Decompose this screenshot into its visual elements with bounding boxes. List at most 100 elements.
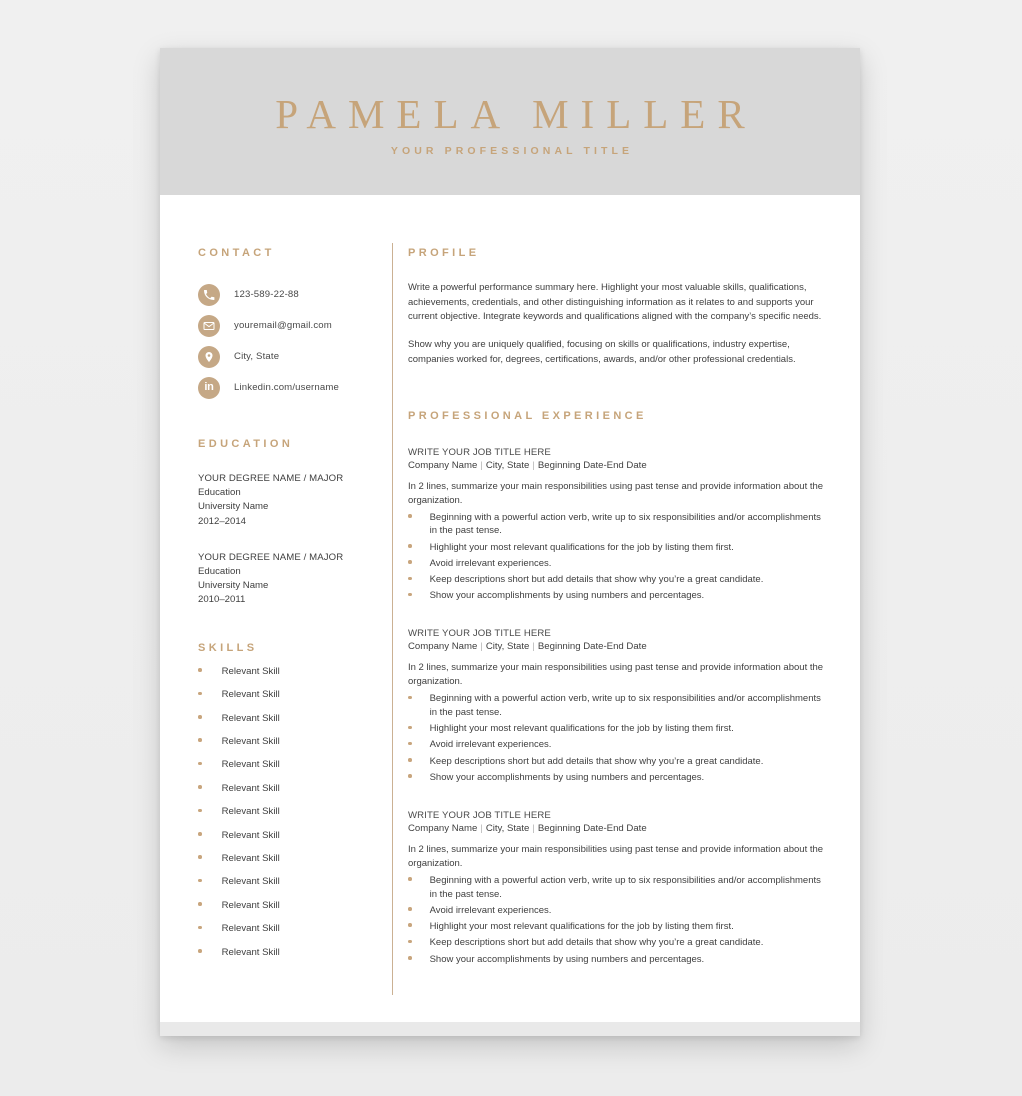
bullet-dot-icon	[198, 785, 202, 789]
contact-phone-value: 123-589-22-88	[234, 289, 299, 300]
skill-label: Relevant Skill	[221, 759, 280, 771]
bullet-text: Avoid irrelevant experiences.	[429, 904, 552, 916]
contact-item-location[interactable]: City, State	[198, 341, 380, 372]
list-item: Beginning with a powerful action verb, w…	[408, 511, 828, 539]
bullet-dot-icon	[408, 544, 412, 548]
job-location: City, State	[485, 822, 530, 834]
job-bullets: Beginning with a powerful action verb, w…	[408, 874, 828, 967]
bullet-dot-icon	[408, 923, 412, 928]
linkedin-icon: in	[198, 376, 220, 399]
bullet-dot-icon	[408, 592, 412, 597]
experience-section: PROFESSIONAL EXPERIENCE WRITE YOUR JOB T…	[408, 410, 828, 967]
profile-paragraph: Write a powerful performance summary her…	[408, 282, 822, 323]
contact-item-email[interactable]: youremail@gmail.com	[198, 310, 380, 341]
job-meta: Company Name | City, State | Beginning Date-…	[408, 641, 828, 652]
list-item: Avoid irrelevant experiences.	[408, 904, 828, 918]
bullet-dot-icon	[408, 576, 412, 581]
bullet-text: Beginning with a powerful action verb, w…	[429, 693, 821, 718]
experience-entry: WRITE YOUR JOB TITLE HERE Company Name | C…	[408, 810, 828, 967]
job-summary: In 2 lines, summarize your main responsi…	[408, 480, 824, 506]
bullet-dot-icon	[408, 774, 412, 779]
bullet-dot-icon	[408, 877, 412, 881]
job-location: City, State	[485, 459, 530, 471]
list-item: Relevant Skill	[198, 713, 380, 724]
job-bullets: Beginning with a powerful action verb, w…	[408, 692, 828, 785]
bullet-dot-icon	[408, 956, 412, 960]
bullet-dot-icon	[198, 668, 202, 672]
linkedin-glyph: in	[204, 381, 214, 393]
list-item: Relevant Skill	[198, 947, 380, 958]
bullet-text: Show your accomplishments by using numbe…	[429, 772, 705, 784]
education-dates: 2010–2011	[198, 594, 246, 606]
list-item: Relevant Skill	[198, 689, 380, 700]
list-item: Relevant Skill	[198, 876, 380, 887]
skill-label: Relevant Skill	[221, 853, 280, 865]
list-item: Keep descriptions short but add details …	[408, 573, 828, 587]
skill-label: Relevant Skill	[221, 946, 280, 958]
resume-footer-band	[160, 1022, 860, 1036]
education-section: EDUCATION YOUR DEGREE NAME / MAJOR Educa…	[198, 438, 380, 608]
bullet-dot-icon	[408, 695, 412, 700]
job-location: City, State	[485, 641, 530, 653]
bullet-dot-icon	[198, 878, 202, 883]
bullet-dot-icon	[198, 948, 202, 953]
contact-section: CONTACT 123-589-22-88 youremail@gmail.co…	[198, 247, 380, 403]
resume-header-band: PAMELA MILLER YOUR PROFESSIONAL TITLE	[160, 48, 860, 195]
bullet-dot-icon	[408, 758, 412, 762]
contact-list: 123-589-22-88 youremail@gmail.com City, …	[198, 279, 380, 403]
skills-section: SKILLS Relevant Skill Relevant Skill Rel…	[198, 642, 380, 958]
education-level: Education	[198, 487, 241, 499]
job-company: Company Name	[408, 641, 478, 653]
contact-email-value: youremail@gmail.com	[234, 320, 332, 331]
list-item: Avoid irrelevant experiences.	[408, 738, 828, 752]
education-degree: YOUR DEGREE NAME / MAJOR	[198, 473, 344, 484]
skill-label: Relevant Skill	[221, 736, 280, 748]
education-dates: 2012–2014	[198, 515, 247, 527]
list-item: Relevant Skill	[198, 923, 380, 934]
list-item: Highlight your most relevant qualificati…	[408, 541, 828, 555]
bullet-dot-icon	[408, 939, 412, 944]
education-heading: EDUCATION	[198, 438, 294, 450]
meta-separator: |	[480, 822, 483, 834]
list-item: Highlight your most relevant qualificati…	[408, 722, 828, 736]
list-item: Beginning with a powerful action verb, w…	[408, 874, 828, 902]
bullet-text: Beginning with a powerful action verb, w…	[429, 511, 821, 537]
education-school: University Name	[198, 580, 269, 592]
bullet-text: Highlight your most relevant qualificati…	[429, 541, 734, 553]
column-divider	[392, 243, 393, 995]
skill-label: Relevant Skill	[221, 689, 280, 701]
job-company: Company Name	[408, 822, 478, 834]
left-column: CONTACT 123-589-22-88 youremail@gmail.co…	[198, 247, 380, 958]
experience-heading: PROFESSIONAL EXPERIENCE	[408, 409, 647, 422]
skill-label: Relevant Skill	[221, 899, 280, 911]
bullet-text: Avoid irrelevant experiences.	[429, 557, 552, 569]
bullet-text: Show your accomplishments by using numbe…	[429, 590, 705, 602]
bullet-dot-icon	[408, 514, 412, 518]
job-dates: Beginning Date-End Date	[537, 641, 647, 653]
list-item: Relevant Skill	[198, 783, 380, 794]
bullet-dot-icon	[408, 741, 412, 746]
bullet-text: Keep descriptions short but add details …	[429, 937, 764, 949]
bullet-dot-icon	[198, 738, 202, 743]
bullet-text: Beginning with a powerful action verb, w…	[429, 874, 821, 900]
location-pin-icon	[198, 345, 220, 368]
job-bullets: Beginning with a powerful action verb, w…	[408, 511, 828, 604]
experience-entry: WRITE YOUR JOB TITLE HERE Company Name | C…	[408, 447, 828, 604]
bullet-dot-icon	[198, 761, 202, 766]
contact-item-phone[interactable]: 123-589-22-88	[198, 279, 380, 310]
list-item: Beginning with a powerful action verb, w…	[408, 692, 828, 720]
list-item: Relevant Skill	[198, 759, 380, 770]
education-degree: YOUR DEGREE NAME / MAJOR	[198, 551, 344, 563]
skills-heading: SKILLS	[198, 641, 258, 654]
bullet-text: Show your accomplishments by using numbe…	[429, 953, 705, 965]
contact-location-value: City, State	[234, 351, 280, 362]
job-meta: Company Name | City, State | Beginning Date-…	[408, 460, 828, 471]
contact-item-linkedin[interactable]: in Linkedin.com/username	[198, 372, 380, 403]
job-company: Company Name	[408, 459, 478, 471]
job-title: WRITE YOUR JOB TITLE HERE	[408, 628, 551, 640]
list-item: Show your accomplishments by using numbe…	[408, 953, 828, 967]
meta-separator: |	[532, 822, 535, 834]
list-item: Keep descriptions short but add details …	[408, 936, 828, 950]
bullet-text: Keep descriptions short but add details …	[429, 574, 764, 586]
right-column: PROFILE Write a powerful performance sum…	[408, 247, 828, 966]
